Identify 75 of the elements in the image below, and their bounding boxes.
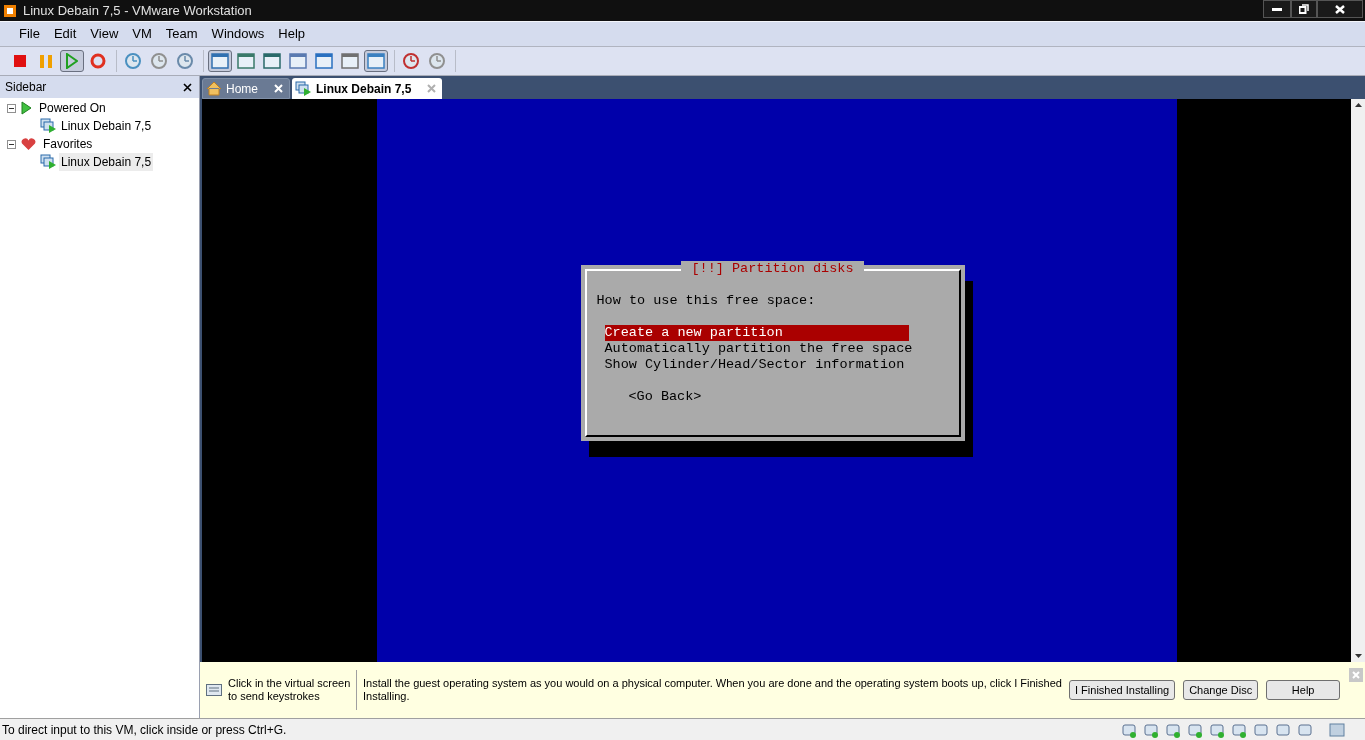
partition-option[interactable]: Show Cylinder/Head/Sector information — [604, 356, 909, 373]
info-button[interactable]: I Finished Installing — [1069, 680, 1176, 700]
window-icon — [289, 53, 307, 69]
window-icon — [367, 53, 385, 69]
minus-icon — [9, 105, 14, 111]
clock-icon — [402, 52, 420, 70]
window-icon — [341, 53, 359, 69]
stop-icon — [14, 55, 26, 67]
toolbar-button[interactable] — [260, 50, 284, 72]
status-text: To direct input to this VM, click inside or press Ctrl+G. — [2, 721, 287, 739]
dialog-title: [!!] Partition disks — [681, 260, 864, 277]
close-icon — [183, 82, 192, 92]
menu-item[interactable]: Edit — [46, 24, 84, 44]
dialog-prompt: How to use this free space: — [596, 292, 817, 309]
sidebar-close-button[interactable] — [181, 82, 194, 92]
tab-label: Linux Debain 7,5 — [316, 80, 412, 98]
menu-item[interactable]: View — [83, 24, 126, 44]
heart-icon — [21, 137, 36, 151]
play-icon — [66, 53, 78, 69]
app-icon — [3, 3, 17, 18]
info-hint: Click in the virtual screen to send keystrokes — [228, 677, 352, 703]
menu-item[interactable]: Team — [158, 24, 205, 44]
window-title: Linux Debain 7,5 - VMware Workstation — [23, 1, 252, 20]
close-icon — [1335, 4, 1345, 14]
vm-icon — [40, 154, 57, 170]
scroll-down-icon — [1354, 654, 1362, 658]
close-icon[interactable] — [427, 84, 437, 93]
partition-option[interactable]: Create a new partition — [604, 324, 909, 341]
tree-group-label[interactable]: Powered On — [39, 99, 106, 117]
play-icon — [21, 101, 32, 115]
tree-item[interactable]: Linux Debain 7,5 — [59, 117, 154, 135]
window-icon — [263, 53, 281, 69]
sidebar-title: Sidebar — [5, 79, 47, 96]
toolbar-button[interactable] — [286, 50, 310, 72]
tree-item[interactable]: Linux Debain 7,5 — [59, 153, 154, 171]
menu-item[interactable]: Windows — [204, 24, 272, 44]
scroll-up-icon — [1354, 103, 1362, 107]
go-back-button[interactable]: <Go Back> — [628, 388, 702, 405]
tree-toggle[interactable] — [7, 139, 16, 149]
pause-icon — [40, 54, 52, 68]
minimize-button[interactable] — [1263, 0, 1291, 18]
menu-item[interactable]: File — [12, 24, 47, 44]
restore-icon — [1299, 4, 1309, 14]
menu-item[interactable]: Help — [271, 24, 313, 44]
close-icon — [1352, 671, 1360, 679]
window-icon — [315, 53, 333, 69]
tab-label: Home — [226, 80, 258, 98]
toolbar-button[interactable] — [364, 50, 388, 72]
minimize-icon — [1272, 7, 1282, 11]
info-message: Install the guest operating system as you would on a physical computer. When you are done and the operating system boots up, click I Finished Installing. — [363, 677, 1063, 703]
vm-icon — [295, 80, 312, 97]
info-button[interactable]: Change Disc — [1183, 680, 1259, 700]
vm-icon — [40, 118, 57, 134]
info-button[interactable]: Help — [1266, 680, 1341, 700]
toolbar-button[interactable] — [234, 50, 258, 72]
toolbar-button[interactable] — [60, 50, 84, 72]
close-button[interactable] — [1317, 0, 1363, 18]
vertical-scrollbar[interactable] — [1351, 99, 1365, 662]
tab[interactable]: Linux Debain 7,5 — [292, 78, 443, 99]
keyboard-icon — [206, 684, 222, 696]
vm-screen[interactable]: [!!] Partition disks How to use this free space: Create a new partition Automatically partition the free space Show Cylinder/Head/Sector information <Go Back> — [202, 99, 1351, 662]
tab[interactable]: Home — [202, 78, 290, 99]
clock-icon — [428, 52, 446, 70]
tree-toggle[interactable] — [7, 103, 16, 113]
tree-group-label[interactable]: Favorites — [43, 135, 93, 153]
info-close-button[interactable] — [1349, 668, 1363, 682]
home-icon — [206, 81, 222, 96]
toolbar-button[interactable] — [312, 50, 336, 72]
minus-icon — [9, 141, 14, 147]
window-icon — [237, 53, 255, 69]
menu-item[interactable]: VM — [125, 24, 159, 44]
toolbar-button[interactable] — [338, 50, 362, 72]
restore-button[interactable] — [1291, 0, 1317, 18]
window-icon — [211, 53, 229, 69]
toolbar-button[interactable] — [208, 50, 232, 72]
